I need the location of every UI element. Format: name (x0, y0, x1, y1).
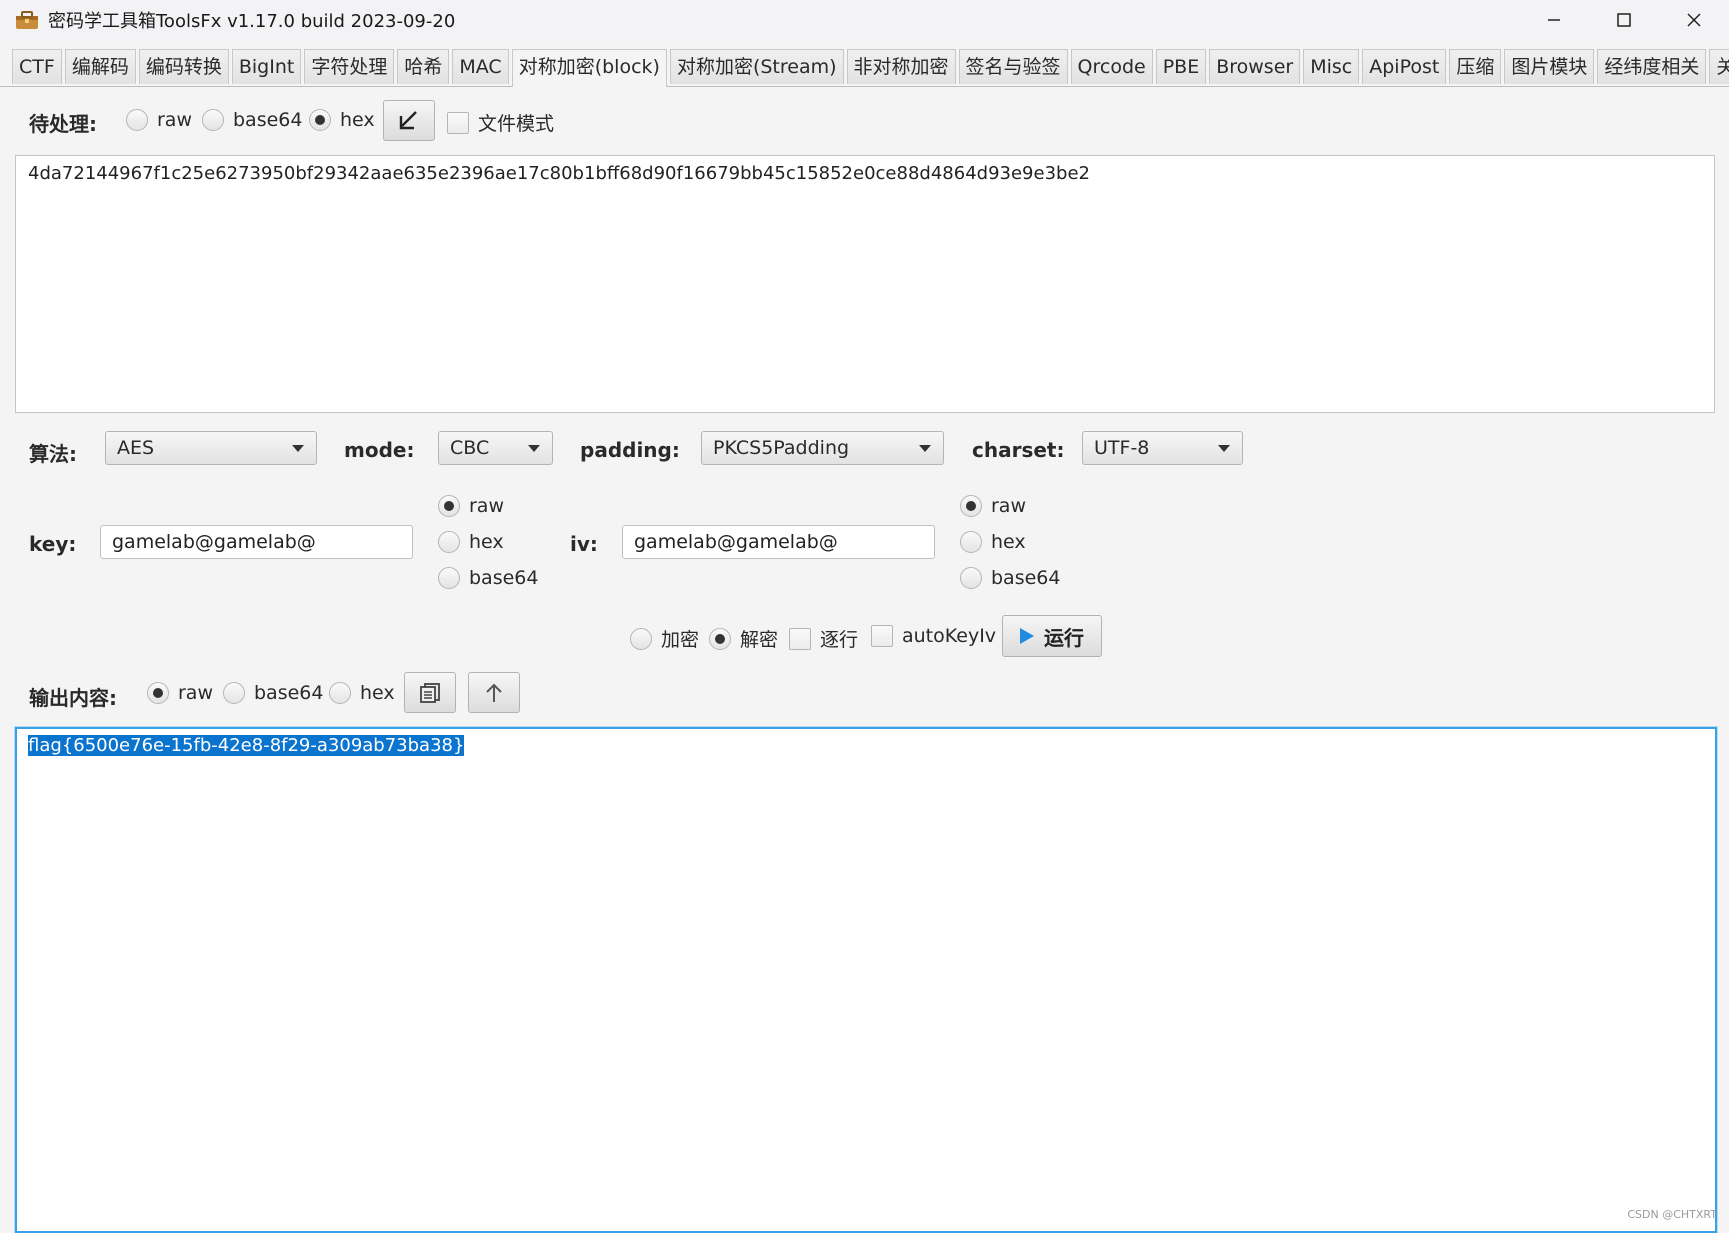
tab-2[interactable]: 编码转换 (138, 49, 229, 84)
tab-list: CTF 编解码 编码转换 BigInt 字符处理 哈希 MAC 对称加密(block) 对称加密… (12, 49, 1729, 87)
output-encoding-raw[interactable]: raw (147, 682, 213, 704)
padding-label: padding: (580, 438, 680, 462)
tab-11[interactable]: Qrcode (1070, 49, 1153, 84)
mode-select[interactable]: CBC (438, 431, 553, 465)
title-bar: 密码学工具箱ToolsFx v1.17.0 build 2023-09-20 (0, 0, 1729, 40)
output-label: 输出内容: (29, 686, 117, 710)
tab-18[interactable]: 经纬度相关 (1597, 49, 1707, 84)
copy-output-button[interactable] (404, 672, 456, 713)
iv-encoding-raw[interactable]: raw (960, 495, 1026, 517)
radio-button[interactable] (960, 531, 982, 553)
key-label: key: (29, 532, 77, 556)
radio-button[interactable] (960, 567, 982, 589)
chevron-down-icon (1218, 445, 1230, 452)
arrow-up-icon (486, 683, 502, 702)
tab-bar: CTF 编解码 编码转换 BigInt 字符处理 哈希 MAC 对称加密(block) 对称加密… (0, 44, 1729, 87)
input-encoding-raw[interactable]: raw (126, 109, 192, 131)
input-textarea[interactable]: 4da72144967f1c25e6273950bf29342aae635e23… (15, 155, 1715, 413)
input-text: 4da72144967f1c25e6273950bf29342aae635e23… (28, 163, 1090, 184)
tab-17[interactable]: 图片模块 (1504, 49, 1595, 84)
arrow-down-left-icon (399, 110, 417, 129)
move-output-up-button[interactable] (468, 672, 520, 713)
output-encoding-hex[interactable]: hex (329, 682, 395, 704)
radio-button[interactable] (329, 682, 351, 704)
maximize-icon (1617, 13, 1631, 27)
line-by-line-checkbox[interactable]: 逐行 (789, 625, 858, 652)
iv-encoding-base64[interactable]: base64 (960, 567, 1060, 589)
iv-encoding-hex[interactable]: hex (960, 531, 1026, 553)
radio-button[interactable] (126, 109, 148, 131)
tab-15[interactable]: ApiPost (1362, 49, 1447, 84)
checkbox[interactable] (871, 625, 893, 647)
key-encoding-base64[interactable]: base64 (438, 567, 538, 589)
tab-14[interactable]: Misc (1303, 49, 1360, 84)
key-input[interactable]: gamelab@gamelab@ (100, 525, 413, 559)
tab-7[interactable]: 对称加密(block) (511, 49, 667, 87)
radio-button[interactable] (223, 682, 245, 704)
file-mode-checkbox[interactable]: 文件模式 (447, 109, 554, 136)
run-button[interactable]: 运行 (1002, 615, 1102, 657)
radio-button[interactable] (147, 682, 169, 704)
chevron-down-icon (528, 445, 540, 452)
tab-6[interactable]: MAC (452, 49, 509, 84)
window-title: 密码学工具箱ToolsFx v1.17.0 build 2023-09-20 (48, 11, 456, 32)
charset-select[interactable]: UTF-8 (1082, 431, 1243, 465)
close-button[interactable] (1659, 0, 1729, 40)
algorithm-select[interactable]: AES (105, 431, 317, 465)
tab-8[interactable]: 对称加密(Stream) (669, 49, 844, 84)
radio-button[interactable] (438, 567, 460, 589)
decrypt-radio[interactable]: 解密 (709, 625, 778, 652)
key-encoding-raw[interactable]: raw (438, 495, 504, 517)
tab-13[interactable]: Browser (1209, 49, 1301, 84)
import-input-button[interactable] (383, 100, 435, 141)
checkbox[interactable] (789, 627, 811, 650)
tab-3[interactable]: BigInt (231, 49, 302, 84)
tab-1[interactable]: 编解码 (64, 49, 136, 84)
tab-16[interactable]: 压缩 (1449, 49, 1502, 84)
close-icon (1687, 13, 1701, 27)
padding-select[interactable]: PKCS5Padding (701, 431, 944, 465)
output-textarea[interactable]: flag{6500e76e-15fb-42e8-8f29-a309ab73ba3… (15, 727, 1717, 1233)
checkbox[interactable] (447, 111, 469, 134)
input-encoding-hex[interactable]: hex (309, 109, 375, 131)
tab-4[interactable]: 字符处理 (304, 49, 395, 84)
iv-label: iv: (570, 532, 598, 556)
radio-button[interactable] (630, 627, 652, 650)
minimize-icon (1548, 19, 1560, 21)
radio-button[interactable] (202, 109, 224, 131)
tab-12[interactable]: PBE (1155, 49, 1207, 84)
play-icon (1020, 628, 1034, 644)
encrypt-radio[interactable]: 加密 (630, 625, 699, 652)
chevron-down-icon (292, 445, 304, 452)
radio-button[interactable] (960, 495, 982, 517)
radio-button[interactable] (438, 531, 460, 553)
radio-button[interactable] (709, 627, 731, 650)
radio-button[interactable] (438, 495, 460, 517)
tab-5[interactable]: 哈希 (397, 49, 450, 84)
copy-icon (420, 682, 440, 703)
tab-10[interactable]: 签名与验签 (958, 49, 1068, 84)
key-encoding-hex[interactable]: hex (438, 531, 504, 553)
charset-label: charset: (972, 438, 1065, 462)
output-text: flag{6500e76e-15fb-42e8-8f29-a309ab73ba3… (28, 735, 465, 756)
tab-9[interactable]: 非对称加密 (846, 49, 956, 84)
maximize-button[interactable] (1589, 0, 1659, 40)
algorithm-label: 算法: (29, 442, 77, 466)
input-encoding-base64[interactable]: base64 (202, 109, 302, 131)
toolbox-icon (16, 11, 38, 29)
radio-button[interactable] (309, 109, 331, 131)
input-label: 待处理: (29, 112, 97, 136)
auto-key-iv-checkbox[interactable]: autoKeyIv (871, 625, 996, 647)
iv-input[interactable]: gamelab@gamelab@ (622, 525, 935, 559)
output-encoding-base64[interactable]: base64 (223, 682, 323, 704)
tab-0[interactable]: CTF (12, 49, 62, 84)
mode-label: mode: (344, 438, 415, 462)
minimize-button[interactable] (1519, 0, 1589, 40)
tab-19[interactable]: 关于 (1709, 49, 1729, 84)
watermark: CSDN @CHTXRT (1627, 1208, 1717, 1221)
chevron-down-icon (919, 445, 931, 452)
